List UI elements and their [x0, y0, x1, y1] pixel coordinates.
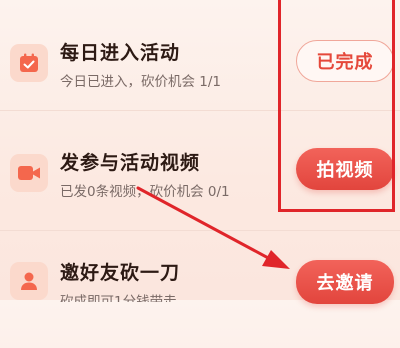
task-title: 发参与活动视频: [60, 152, 201, 174]
task-subtitle: 今日已进入，砍价机会 1/1: [60, 74, 222, 90]
video-camera-icon: [10, 154, 48, 192]
task-title: 每日进入活动: [60, 42, 181, 64]
shoot-video-button[interactable]: 拍视频: [296, 148, 394, 190]
divider: [0, 230, 400, 231]
user-icon: [10, 262, 48, 300]
invite-button[interactable]: 去邀请: [296, 260, 394, 304]
task-row-daily-entry: 每日进入活动 今日已进入，砍价机会 1/1 已完成: [0, 8, 400, 118]
task-subtitle: 砍成即可1分钱带走: [60, 294, 177, 302]
task-subtitle: 已发0条视频，砍价机会 0/1: [60, 184, 230, 200]
task-title: 邀好友砍一刀: [60, 262, 181, 284]
calendar-check-icon: [10, 44, 48, 82]
task-row-invite-friend: 邀好友砍一刀 砍成即可1分钱带走 去邀请: [0, 238, 400, 348]
task-row-post-video: 发参与活动视频 已发0条视频，砍价机会 0/1 拍视频: [0, 118, 400, 228]
divider: [0, 110, 400, 111]
completed-button[interactable]: 已完成: [296, 40, 394, 82]
task-list: 每日进入活动 今日已进入，砍价机会 1/1 已完成 发参与活动视频 已发0条视频…: [0, 0, 400, 304]
